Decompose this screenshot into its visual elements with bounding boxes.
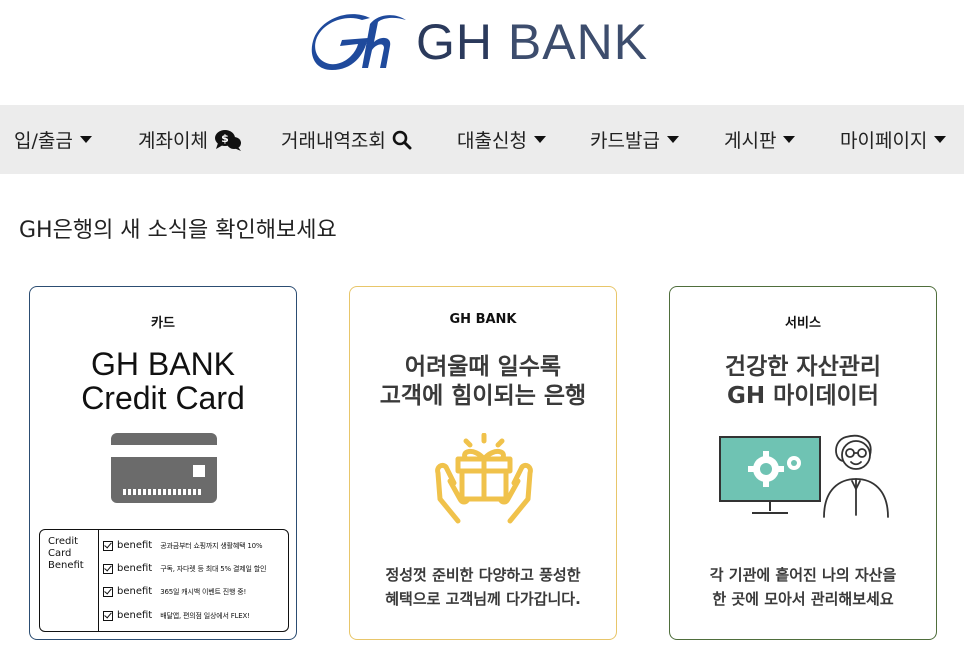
mydata-service-card[interactable]: 서비스 건강한 자산관리 GH 마이데이터 각 기관에 흩어진 나의 자산을 한…: [669, 286, 937, 640]
bank-logo[interactable]: GH BANK: [310, 8, 670, 76]
search-icon: [392, 130, 412, 149]
nav-item-label: 입/출금: [14, 130, 73, 152]
nav-item-label: 거래내역조회: [281, 130, 386, 152]
card-description: 정성껏 준비한 다양하고 풍성한 혜택으로 고객님께 다가갑니다.: [350, 563, 616, 611]
benefit-label-line: Credit: [48, 536, 79, 547]
card-desc-line1: 정성껏 준비한 다양하고 풍성한: [385, 566, 581, 584]
checkbox-icon: [103, 610, 113, 621]
benefit-label: Credit Card Benefit: [40, 530, 99, 631]
benefit-item: benefit 공과금부터 쇼핑까지 생활혜택 10%: [103, 540, 263, 551]
benefit-text: 365일 캐시백 이벤트 진행 중!: [160, 587, 247, 596]
card-tag: GH BANK: [449, 312, 517, 327]
svg-text:$: $: [221, 132, 229, 145]
main-nav: 입/출금 계좌이체 $ 거래내역조회 대출신청 카드발급 게시판 마이페이지: [0, 105, 964, 174]
caret-down-icon: [666, 135, 679, 143]
caret-down-icon: [79, 135, 92, 143]
benefit-box: Credit Card Benefit benefit 공과금부터 쇼핑까지 생…: [39, 529, 289, 632]
nav-item-label: 대출신청: [457, 130, 527, 152]
nav-item-loan[interactable]: 대출신청: [457, 105, 547, 174]
gift-hands-icon: [435, 433, 533, 524]
benefit-label-line: Benefit: [48, 560, 84, 571]
nav-item-label: 게시판: [724, 130, 777, 152]
card-desc-line1: 각 기관에 흩어진 나의 자산을: [709, 566, 897, 584]
benefit-item: benefit 배달앱, 편의점 일상에서 FLEX!: [103, 610, 250, 621]
benefit-key: benefit: [117, 563, 153, 574]
logo-gh-text: GH: [416, 14, 493, 70]
nav-item-history[interactable]: 거래내역조회: [281, 105, 412, 174]
card-title-line2: GH 마이데이터: [727, 383, 879, 409]
caret-down-icon: [783, 135, 796, 143]
card-tag: 카드: [151, 316, 175, 331]
benefit-label-line: Card: [48, 548, 72, 559]
card-tag: 서비스: [785, 316, 821, 331]
nav-item-mypage[interactable]: 마이페이지: [840, 105, 947, 174]
credit-card-promo-card[interactable]: 카드 GH BANK Credit Card Credit Card Benef…: [29, 286, 297, 640]
monitor-person-icon: [719, 434, 889, 518]
benefit-key: benefit: [117, 610, 153, 621]
nav-item-label: 카드발급: [590, 130, 660, 152]
nav-item-deposit[interactable]: 입/출금: [14, 105, 93, 174]
benefit-text: 구독, 자다렛 등 최대 5% 결제일 할인: [160, 564, 267, 573]
gh-script-logo-icon: [311, 14, 406, 71]
benefit-text: 배달앱, 편의점 일상에서 FLEX!: [160, 611, 250, 620]
nav-item-transfer[interactable]: 계좌이체 $: [138, 105, 242, 174]
benefit-item: benefit 구독, 자다렛 등 최대 5% 결제일 할인: [103, 563, 266, 574]
logo-bank-text: BANK: [507, 14, 649, 70]
card-title-line2: 고객에 힘이되는 은행: [379, 383, 587, 409]
card-title-line2: Credit Card: [81, 380, 245, 416]
caret-down-icon: [934, 135, 947, 143]
card-title-line1: GH BANK: [90, 346, 236, 382]
nav-item-card[interactable]: 카드발급: [590, 105, 680, 174]
caret-down-icon: [533, 135, 546, 143]
benefit-key: benefit: [117, 540, 153, 551]
card-title-line1: 건강한 자산관리: [724, 354, 882, 380]
benefit-text: 공과금부터 쇼핑까지 생활혜택 10%: [160, 541, 263, 550]
benefit-item: benefit 365일 캐시백 이벤트 진행 중!: [103, 586, 246, 597]
card-desc-line2: 혜택으로 고객님께 다가갑니다.: [385, 590, 581, 608]
checkbox-icon: [103, 540, 113, 551]
money-chat-icon: $: [214, 129, 241, 151]
nav-item-board[interactable]: 게시판: [724, 105, 796, 174]
card-description: 각 기관에 흩어진 나의 자산을 한 곳에 모아서 관리해보세요: [670, 563, 936, 611]
bank-promo-card[interactable]: GH BANK 어려울때 일수록 고객에 힘이되는 은행 정성껏 준비한 다양하…: [349, 286, 617, 640]
checkbox-icon: [103, 563, 113, 574]
card-title: 건강한 자산관리 GH 마이데이터: [670, 353, 936, 411]
benefit-key: benefit: [117, 586, 153, 597]
card-title-line1: 어려울때 일수록: [404, 354, 562, 380]
nav-item-label: 계좌이체: [138, 130, 208, 152]
card-desc-line2: 한 곳에 모아서 관리해보세요: [712, 590, 894, 608]
checkbox-icon: [103, 586, 113, 597]
credit-card-icon: [111, 433, 217, 503]
nav-item-label: 마이페이지: [840, 130, 928, 152]
card-title: GH BANK Credit Card: [30, 347, 296, 415]
card-title: 어려울때 일수록 고객에 힘이되는 은행: [350, 353, 616, 411]
news-headline: GH은행의 새 소식을 확인해보세요: [19, 218, 337, 243]
